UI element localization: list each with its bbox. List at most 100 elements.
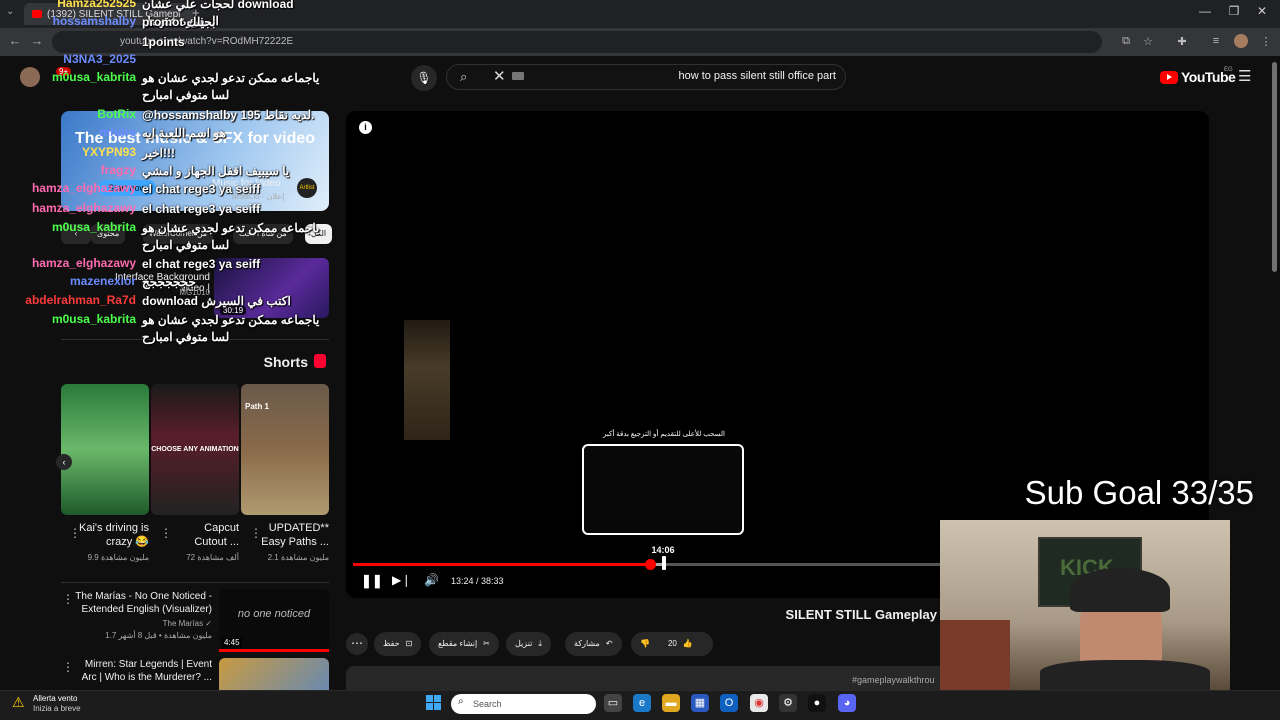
sub-goal-counter: Sub Goal 33/35 <box>1024 474 1254 511</box>
save-button[interactable]: حفظ ⊡ <box>374 632 422 656</box>
chat-message: abdelrahman_Ra7d download اكتب في السيرش <box>0 293 332 310</box>
reading-list-icon[interactable]: ≡ <box>1208 35 1224 47</box>
obs-icon[interactable]: ● <box>808 694 826 712</box>
clip-button[interactable]: إنشاء مقطع ✂ <box>429 632 499 656</box>
webcam-background <box>940 620 1010 690</box>
scrubber-handle[interactable] <box>645 559 656 570</box>
chat-username: mazenexior <box>69 274 136 288</box>
chat-text: اخير!!! <box>142 146 175 160</box>
chrome-icon[interactable]: ◉ <box>750 694 768 712</box>
taskbar-search-input[interactable]: Search <box>451 694 596 714</box>
extensions-icon[interactable]: ✚ <box>1174 35 1190 48</box>
short-thumbnail[interactable]: CHOOSE ANY ANIMATION <box>151 384 239 515</box>
volume-icon[interactable]: 🔊 <box>424 573 439 587</box>
short-thumbnail[interactable] <box>61 384 149 515</box>
short-thumbnail[interactable]: Path 1 <box>241 384 329 515</box>
outlook-icon[interactable]: O <box>720 694 738 712</box>
voice-search-icon[interactable]: 🎙 <box>411 65 437 91</box>
weather-subtitle: Inizia a breve <box>33 704 81 713</box>
app-icon[interactable]: ⚙ <box>779 694 797 712</box>
chat-text: هو اسم اللعبة ايه <box>142 126 226 140</box>
watched-progress-bar <box>219 649 329 652</box>
share-icon: ↶ <box>605 639 613 648</box>
chat-text: @hossamshalby 195 لديه نقاط. <box>142 108 315 122</box>
chat-text: ياجماعه ممكن تدعو لجدي عشان هو لسا متوفي… <box>142 221 320 252</box>
keyboard-icon[interactable] <box>512 72 524 80</box>
browser-menu-icon[interactable]: ⋮ <box>1258 35 1274 48</box>
minimize-icon[interactable]: — <box>1195 4 1215 18</box>
next-icon[interactable]: ▶❘ <box>392 573 411 587</box>
pause-icon[interactable]: ❚❚ <box>361 573 383 589</box>
chat-username: hamza_elghazawy <box>31 256 136 270</box>
share-button[interactable]: مشاركة ↶ <box>565 632 622 656</box>
clip-label: إنشاء مقطع <box>438 639 478 648</box>
clear-search-icon[interactable]: ✕ <box>493 67 506 85</box>
like-icon[interactable]: 👍 <box>683 632 693 656</box>
chat-message: BotRix @hossamshalby 195 لديه نقاط. <box>0 107 332 124</box>
profile-avatar[interactable] <box>1234 34 1248 48</box>
short-views: 72 ألف مشاهدة <box>186 553 239 562</box>
chat-text: el chat rege3 ya seiff <box>142 257 261 271</box>
channel-name[interactable]: The Marías ✓ <box>120 619 212 628</box>
shorts-heading: Shorts <box>263 354 308 370</box>
restore-icon[interactable]: ❐ <box>1224 4 1244 18</box>
more-options-icon[interactable]: ⋮ <box>250 526 262 540</box>
search-input[interactable]: how to pass silent still office part <box>540 70 836 82</box>
file-explorer-icon[interactable]: ▬ <box>662 694 680 712</box>
chat-username: Hamza252525 <box>57 0 136 10</box>
video-title[interactable]: Mirren: Star Legends | Event Arc | Who i… <box>74 658 212 684</box>
chat-message: N3NA3_2025 <box>0 52 332 66</box>
more-options-icon[interactable]: ⋮ <box>62 660 74 674</box>
bookmark-icon: ⊡ <box>405 639 413 648</box>
close-window-icon[interactable]: ✕ <box>1252 4 1272 18</box>
windows-start-icon[interactable] <box>426 695 442 711</box>
chat-text: يا سيبيف اقفل الجهاز و امشي <box>142 164 290 178</box>
streamer-cap <box>1070 568 1170 612</box>
short-overlay-text: Path 1 <box>245 402 270 411</box>
dislike-icon[interactable]: 👎 <box>640 632 650 656</box>
video-thumbnail[interactable] <box>219 658 329 690</box>
discord-icon[interactable]: ◕ <box>838 694 856 712</box>
more-options-icon[interactable]: ⋮ <box>160 526 172 540</box>
shorts-prev-button[interactable]: ‹ <box>56 454 72 470</box>
page-scrollbar[interactable] <box>1272 62 1277 272</box>
hamburger-menu-icon[interactable]: ☰ <box>1238 67 1251 85</box>
short-title[interactable]: Capcut Cutout ... <box>169 521 239 549</box>
chat-message: hamza_elghazawy el chat rege3 ya seiff <box>0 201 332 218</box>
chat-text: el chat rege3 ya seiff <box>142 182 261 196</box>
thumbnail-text: no one noticed <box>237 608 311 620</box>
cast-icon[interactable]: ⧉ <box>1118 35 1134 48</box>
video-duration: 4:45 <box>222 638 242 647</box>
store-icon[interactable]: ▦ <box>691 694 709 712</box>
hashtag[interactable]: #gameplaywalkthrou <box>852 675 935 685</box>
short-views: 2.1 مليون مشاهدة <box>267 553 329 562</box>
info-icon[interactable]: i <box>359 121 372 134</box>
short-title[interactable]: Kai's driving is crazy 😂 <box>79 521 149 549</box>
warning-icon[interactable]: ⚠ <box>12 694 25 711</box>
edge-icon[interactable]: e <box>633 694 651 712</box>
chat-username: N3NA3_2025 <box>63 52 136 66</box>
chat-message: hamza_elghazawy el chat rege3 ya seiff <box>0 256 332 273</box>
seek-preview-time: 14:06 <box>651 545 675 555</box>
more-options-icon[interactable]: ⋮ <box>62 592 74 606</box>
video-title[interactable]: The Marías - No One Noticed - Extended E… <box>74 590 212 616</box>
mouse-cursor <box>662 556 666 570</box>
chat-text: download اكتب في السيرش <box>142 294 291 308</box>
chat-message: 1points <box>0 34 332 51</box>
task-view-icon[interactable]: ▭ <box>604 694 622 712</box>
chat-username: hamza_elghazawy <box>31 201 136 215</box>
more-options-icon[interactable]: ⋮ <box>69 526 81 540</box>
chat-username: abdelrahman_Ra7d <box>25 293 136 307</box>
short-overlay-text: CHOOSE ANY ANIMATION <box>151 446 239 453</box>
more-actions-button[interactable]: ⋯ <box>346 633 368 655</box>
bookmark-star-icon[interactable]: ☆ <box>1140 35 1156 48</box>
download-button[interactable]: تنزيل ⤓ <box>506 632 551 656</box>
search-icon[interactable]: ⌕ <box>460 69 467 85</box>
like-count: 20 <box>667 639 677 648</box>
chat-text: promot بجيلك <box>142 15 216 29</box>
chat-message: mazenexior ججججججج <box>0 274 332 291</box>
download-label: تنزيل <box>515 639 533 648</box>
youtube-play-icon <box>1160 70 1178 84</box>
weather-title[interactable]: Allerta vento <box>33 694 77 703</box>
short-title[interactable]: UPDATED** Easy Paths ... <box>259 521 329 549</box>
